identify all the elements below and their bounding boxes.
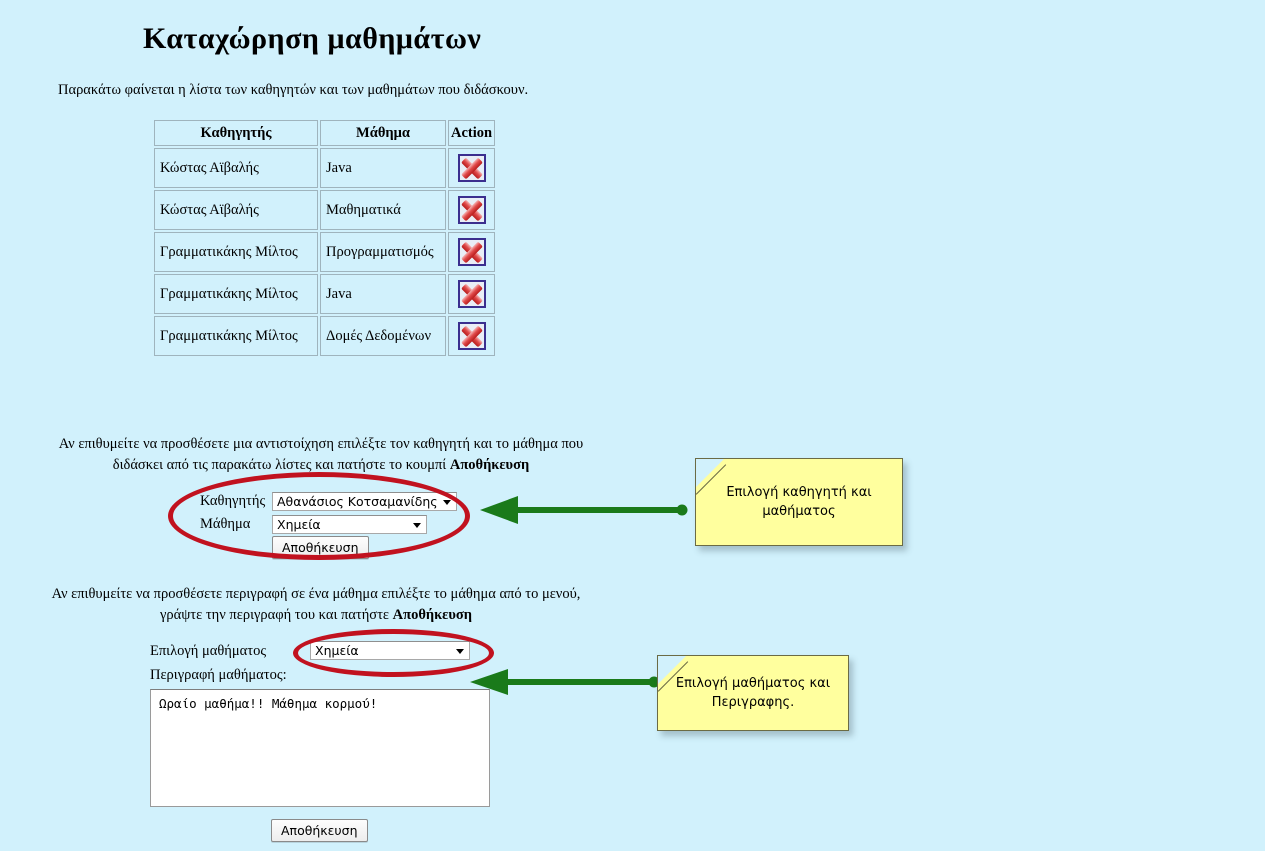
course-label: Μάθημα [200,516,251,532]
intro-paragraph: Παρακάτω φαίνεται η λίστα των καθηγητών … [58,82,529,98]
teacher-row: Καθηγητής Αθανάσιος Κοτσαμανίδης [200,492,457,511]
delete-x-icon[interactable] [457,238,486,266]
cell-teacher: Κώστας Αϊβαλής [154,148,318,188]
cell-course: Προγραμματισμός [320,232,446,272]
sticky-note-description: Επιλογή μαθήματος και Περιγραφης. [657,655,849,731]
sticky-note-description-text: Επιλογή μαθήματος και Περιγραφης. [675,676,831,710]
cell-teacher: Γραμματικάκης Μίλτος [154,316,318,356]
delete-x-icon[interactable] [457,196,486,224]
teachers-courses-table: Καθηγητής Μάθημα Action Κώστας Αϊβαλής J… [152,118,497,358]
assign-instruction-line2: διδάσκει από τις παρακάτω λίστες και πατ… [112,457,450,473]
delete-x-icon[interactable] [457,322,486,350]
cell-course: Java [320,148,446,188]
page-title: Καταχώρηση μαθημάτων [143,22,482,55]
cell-teacher: Γραμματικάκης Μίλτος [154,274,318,314]
delete-x-icon[interactable] [457,154,486,182]
teacher-label: Καθηγητής [200,493,266,509]
description-textarea[interactable] [150,689,490,807]
teacher-select[interactable]: Αθανάσιος Κοτσαμανίδης [272,492,457,511]
cell-action [448,232,496,272]
table-row: Γραμματικάκης Μίλτος Δομές Δεδομένων [154,316,496,356]
cell-course: Δομές Δεδομένων [320,316,446,356]
course-select-wrapper: Χημεία [310,641,470,660]
table-header-row: Καθηγητής Μάθημα Action [154,120,496,146]
assign-instructions: Αν επιθυμείτε να προσθέσετε μια αντιστοί… [30,434,612,476]
delete-x-icon[interactable] [457,280,486,308]
cell-teacher: Γραμματικάκης Μίλτος [154,232,318,272]
table-row: Κώστας Αϊβαλής Java [154,148,496,188]
table-row: Γραμματικάκης Μίλτος Java [154,274,496,314]
save-assignment-button[interactable]: Αποθήκευση [272,536,369,559]
cell-course: Java [320,274,446,314]
describe-instruction-line2: γράψτε την περιγραφή του και πατήστε [159,607,393,623]
assign-instruction-bold: Αποθήκευση [449,457,530,473]
column-header-action: Action [448,120,496,146]
course-description-select[interactable]: Χημεία [310,641,470,660]
sticky-note-assign-text: Επιλογή καθηγητή και μαθήματος [726,485,872,519]
save-description-button[interactable]: Αποθήκευση [271,819,368,842]
cell-action [448,148,496,188]
column-header-course: Μάθημα [320,120,446,146]
describe-instruction-line1: Αν επιθυμείτε να προσθέσετε περιγραφή σε… [51,586,581,602]
table-row: Γραμματικάκης Μίλτος Προγραμματισμός [154,232,496,272]
course-row: Μάθημα Χημεία [200,515,457,534]
column-header-teacher: Καθηγητής [154,120,318,146]
table-row: Κώστας Αϊβαλής Μαθηματικά [154,190,496,230]
cell-course: Μαθηματικά [320,190,446,230]
cell-teacher: Κώστας Αϊβαλής [154,190,318,230]
annotation-arrow-to-assign-form [480,496,688,524]
assign-instruction-line1: Αν επιθυμείτε να προσθέσετε μια αντιστοί… [58,436,584,452]
cell-action [448,274,496,314]
cell-action [448,316,496,356]
describe-instructions: Αν επιθυμείτε να προσθέσετε περιγραφή σε… [25,584,607,626]
cell-action [448,190,496,230]
sticky-note-assign: Επιλογή καθηγητή και μαθήματος [695,458,903,546]
description-label: Περιγραφή μαθήματος: [150,667,287,683]
course-select[interactable]: Χημεία [272,515,427,534]
describe-instruction-bold: Αποθήκευση [392,607,473,623]
assign-form: Καθηγητής Αθανάσιος Κοτσαμανίδης Μάθημα … [200,492,457,559]
annotation-arrow-to-description-form [470,669,660,695]
course-select-label: Επιλογή μαθήματος [150,643,267,659]
